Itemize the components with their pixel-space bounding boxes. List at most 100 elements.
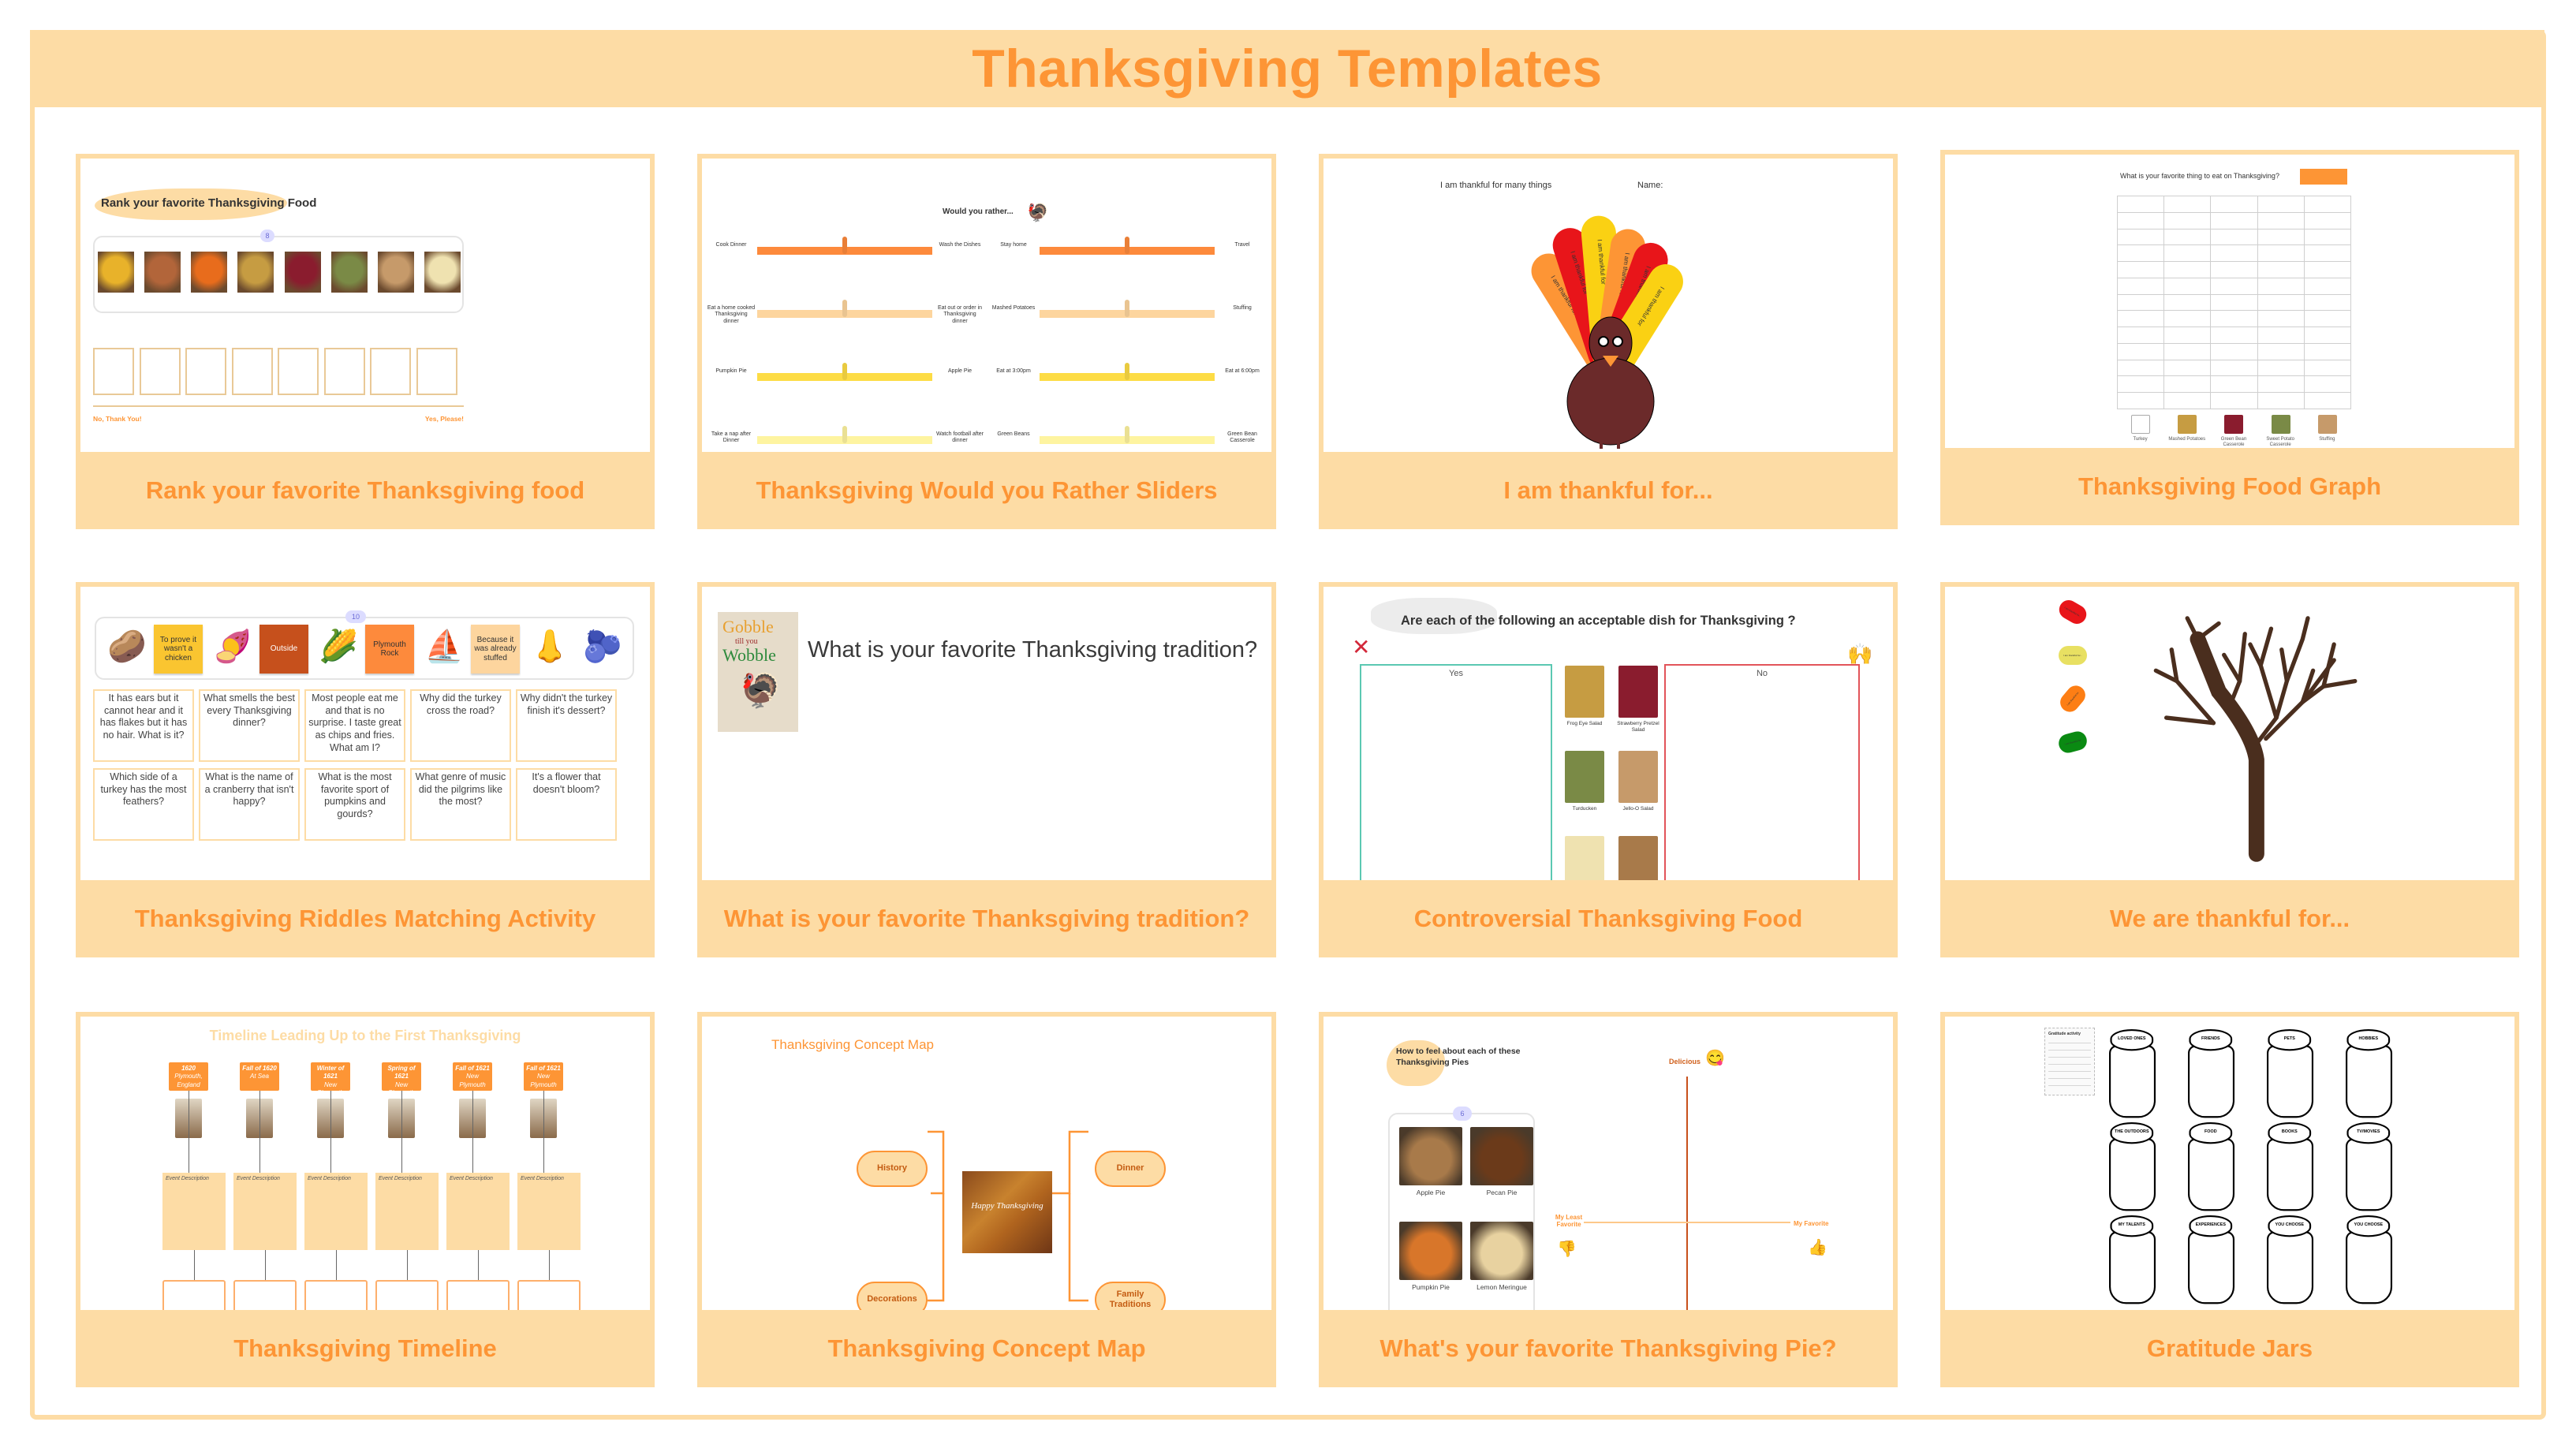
event-details-box[interactable]: Add Details xyxy=(375,1280,439,1310)
riddle-card[interactable]: What is the name of a cranberry that isn… xyxy=(199,768,300,841)
event-description[interactable]: Event Description xyxy=(517,1173,581,1250)
event-details-box[interactable]: Add Details xyxy=(233,1280,297,1310)
event-description[interactable]: Event Description xyxy=(304,1173,368,1250)
food-image[interactable] xyxy=(144,252,181,293)
event-description[interactable]: Event Description xyxy=(446,1173,510,1250)
graph-cell[interactable] xyxy=(2257,342,2305,360)
graph-cell[interactable] xyxy=(2163,327,2212,344)
graph-cell[interactable] xyxy=(2257,277,2305,295)
template-card-thankful-tree[interactable]: I am thankful for... I am thankful for...… xyxy=(1940,582,2519,957)
template-card-concept-map[interactable]: Thanksgiving Concept Map Happy Thanksgiv… xyxy=(697,1012,1276,1387)
graph-cell[interactable] xyxy=(2210,261,2258,278)
pie-image[interactable] xyxy=(1399,1127,1462,1185)
slider-knob[interactable] xyxy=(842,426,847,443)
concept-node-family-traditions[interactable]: Family Traditions xyxy=(1095,1282,1166,1310)
template-card-riddles[interactable]: 🥔 To prove it wasn't a chicken 🍠 Outside 🌽 Pl… xyxy=(76,582,655,957)
riddle-card[interactable]: Most people eat me and that is no surpri… xyxy=(304,689,405,762)
food-image[interactable] xyxy=(191,252,228,293)
gratitude-jar[interactable]: YOU CHOOSE xyxy=(2267,1215,2314,1304)
rank-slot[interactable] xyxy=(185,348,226,395)
graph-cell[interactable] xyxy=(2210,211,2258,230)
graph-cell[interactable] xyxy=(2163,310,2212,328)
graph-cell[interactable] xyxy=(2210,228,2258,246)
graph-cell[interactable] xyxy=(2303,244,2351,263)
food-image[interactable] xyxy=(284,252,321,293)
timeline-date-tag[interactable]: Spring of 1621New Plymouth xyxy=(382,1062,421,1096)
graph-cell[interactable] xyxy=(2210,375,2258,394)
graph-cell[interactable] xyxy=(2303,228,2351,246)
food-image[interactable] xyxy=(330,252,368,293)
template-card-timeline[interactable]: Timeline Leading Up to the First Thanksg… xyxy=(76,1012,655,1387)
graph-cell[interactable] xyxy=(2163,196,2212,213)
template-card-thankful-turkey[interactable]: I am thankful for many things Name: I am… xyxy=(1319,154,1898,529)
graph-cell[interactable] xyxy=(2117,392,2165,409)
gratitude-jar[interactable]: EXPERIENCES xyxy=(2188,1215,2235,1304)
timeline-date-tag[interactable]: Fall of 1620 At Sea xyxy=(240,1062,279,1091)
graph-cell[interactable] xyxy=(2303,359,2351,377)
food-image[interactable] xyxy=(237,252,274,293)
graph-cell[interactable] xyxy=(2117,310,2165,328)
rank-slot[interactable] xyxy=(231,348,273,395)
dish-image[interactable] xyxy=(1618,666,1658,718)
graph-cell[interactable] xyxy=(2163,277,2212,295)
graph-cell[interactable] xyxy=(2303,211,2351,230)
timeline-date-tag[interactable]: Fall of 1621 New Plymouth xyxy=(524,1062,563,1091)
pie-image[interactable] xyxy=(1470,1222,1533,1280)
graph-cell[interactable] xyxy=(2210,392,2258,409)
timeline-date-tag[interactable]: 1620 Plymouth, England xyxy=(169,1062,208,1091)
rank-slot[interactable] xyxy=(416,348,457,395)
graph-cell[interactable] xyxy=(2303,375,2351,394)
graph-cell[interactable] xyxy=(2117,261,2165,278)
graph-cell[interactable] xyxy=(2303,327,2351,344)
template-card-favorite-pie[interactable]: How to feel about each of these Thanksgi… xyxy=(1319,1012,1898,1387)
name-box[interactable] xyxy=(2300,169,2347,185)
event-description[interactable]: Event Description xyxy=(233,1173,297,1250)
dish-image[interactable] xyxy=(1618,836,1658,880)
event-details-box[interactable]: Add Details xyxy=(446,1280,510,1310)
rank-slot[interactable] xyxy=(93,348,134,395)
graph-cell[interactable] xyxy=(2257,310,2305,328)
group-handle[interactable]: 10 xyxy=(345,610,366,623)
graph-cell[interactable] xyxy=(2163,211,2212,230)
graph-cell[interactable] xyxy=(2163,392,2212,409)
group-handle[interactable]: 6 xyxy=(1453,1107,1472,1121)
dish-image[interactable] xyxy=(1565,836,1604,880)
slider-knob[interactable] xyxy=(1125,300,1129,317)
rank-slot[interactable] xyxy=(278,348,319,395)
concept-node-history[interactable]: History xyxy=(857,1151,928,1187)
graph-cell[interactable] xyxy=(2117,211,2165,230)
pie-image[interactable] xyxy=(1470,1127,1533,1185)
dish-image[interactable] xyxy=(1565,751,1604,803)
graph-cell[interactable] xyxy=(2257,228,2305,246)
graph-cell[interactable] xyxy=(2163,261,2212,278)
riddle-card[interactable]: What is the most favorite sport of pumpk… xyxy=(304,768,405,841)
riddle-card[interactable]: What genre of music did the pilgrims lik… xyxy=(410,768,511,841)
graph-cell[interactable] xyxy=(2257,244,2305,263)
answer-sticky-note[interactable]: Because it was already stuffed xyxy=(471,625,520,674)
gratitude-jar[interactable]: BOOKS xyxy=(2267,1122,2314,1211)
gratitude-jar[interactable]: FOOD xyxy=(2188,1122,2235,1211)
event-details-box[interactable]: Add Details xyxy=(517,1280,581,1310)
graph-cell[interactable] xyxy=(2117,342,2165,360)
yes-dropzone[interactable]: Yes xyxy=(1360,664,1552,880)
group-handle[interactable]: 8 xyxy=(260,230,274,242)
template-card-tradition[interactable]: Gobble till you Wobble 🦃 What is your fa… xyxy=(697,582,1276,957)
graph-cell[interactable] xyxy=(2303,196,2351,213)
graph-cell[interactable] xyxy=(2257,375,2305,394)
food-image[interactable] xyxy=(377,252,414,293)
riddle-card[interactable]: Which side of a turkey has the most feat… xyxy=(93,768,194,841)
riddle-card[interactable]: Why didn't the turkey finish it's desser… xyxy=(516,689,617,762)
no-dropzone[interactable]: No xyxy=(1664,664,1860,880)
graph-cell[interactable] xyxy=(2163,342,2212,360)
rank-slot[interactable] xyxy=(323,348,365,395)
gratitude-jar[interactable]: MY TALENTS xyxy=(2109,1215,2156,1304)
gratitude-jar[interactable]: THE OUTDOORS xyxy=(2109,1122,2156,1211)
event-description[interactable]: Event Description xyxy=(162,1173,226,1250)
riddle-card[interactable]: It has ears but it cannot hear and it ha… xyxy=(93,689,194,762)
riddle-emoji-icon[interactable]: 🌽 xyxy=(319,628,358,665)
riddle-card[interactable]: What smells the best every Thanksgiving … xyxy=(199,689,300,762)
graph-cell[interactable] xyxy=(2210,310,2258,328)
graph-cell[interactable] xyxy=(2210,196,2258,213)
graph-cell[interactable] xyxy=(2303,342,2351,360)
timeline-date-tag[interactable]: Fall of 1621 New Plymouth xyxy=(453,1062,492,1091)
